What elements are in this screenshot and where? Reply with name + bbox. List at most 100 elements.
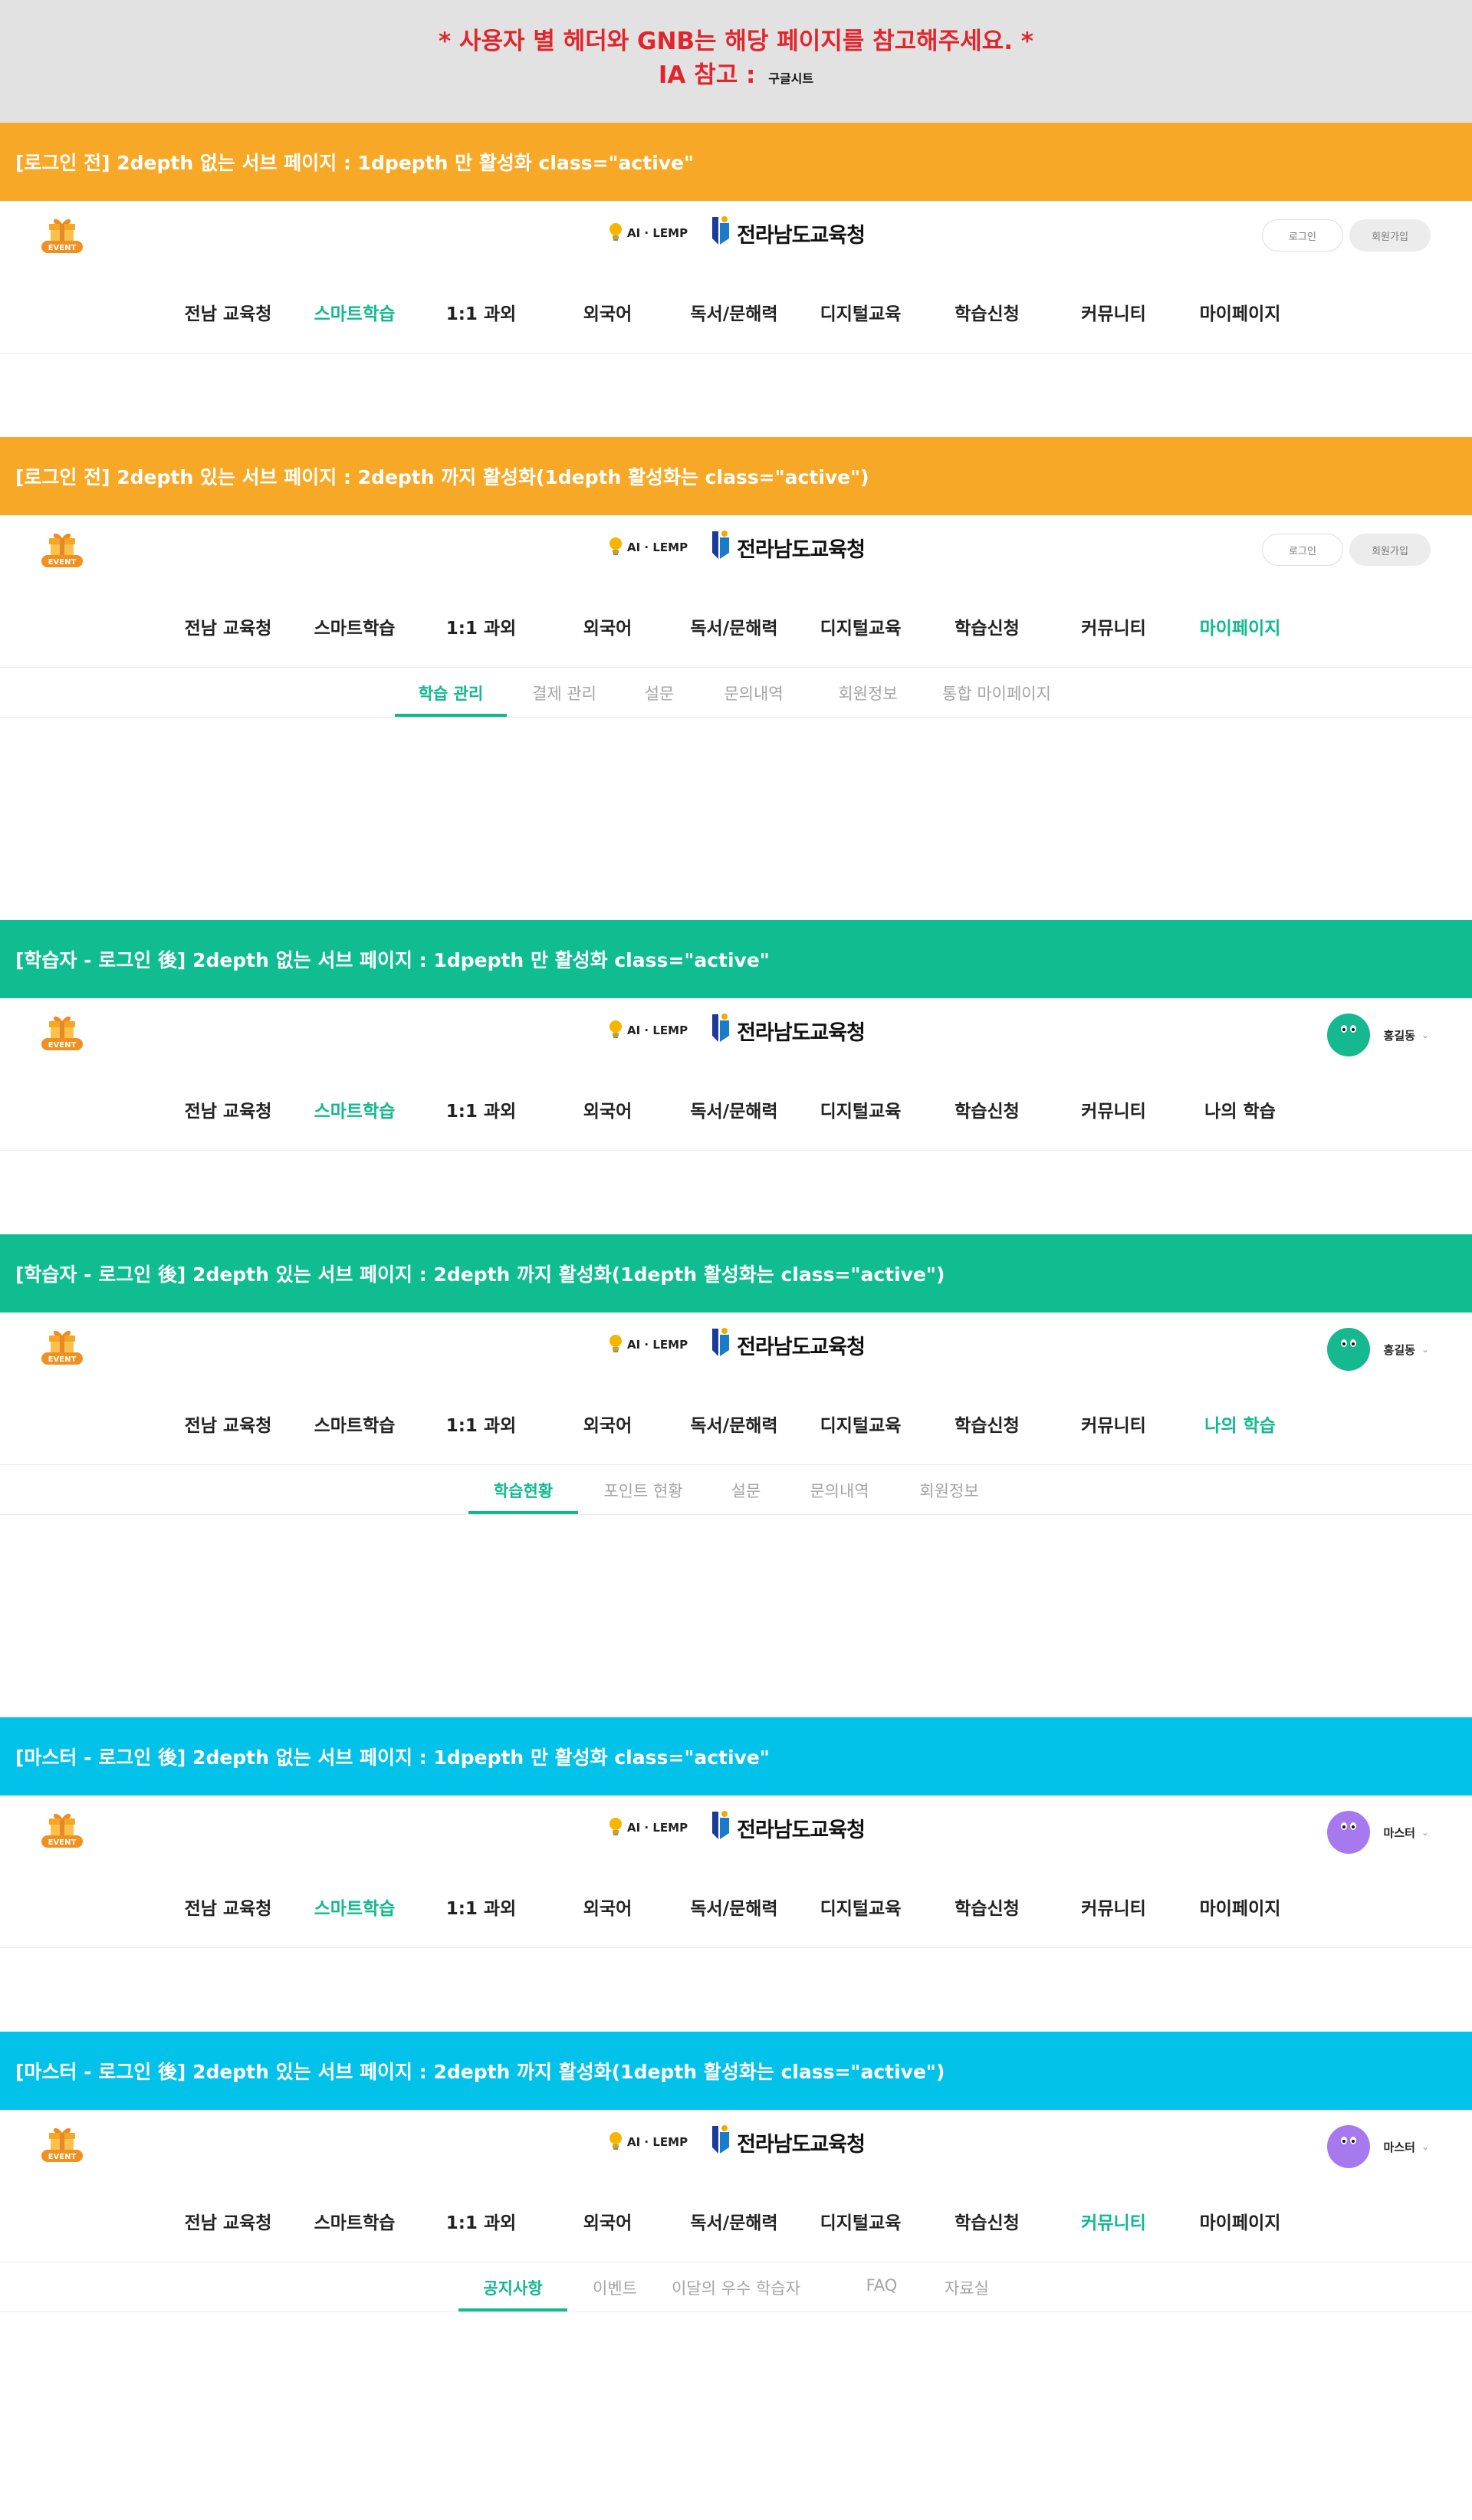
event-gift-icon[interactable]: EVENT bbox=[40, 1808, 84, 1851]
login-button[interactable]: 로그인 bbox=[1262, 534, 1343, 566]
gnb-item[interactable]: 1:1 과외 bbox=[418, 1096, 544, 1122]
sub-nav-item[interactable]: 설문 bbox=[711, 1479, 780, 1514]
gnb-item[interactable]: 외국어 bbox=[544, 1411, 671, 1437]
gnb-item[interactable]: 스마트학습 bbox=[291, 1411, 418, 1437]
gnb-item[interactable]: 독서/문해력 bbox=[671, 299, 797, 325]
event-gift-icon[interactable]: EVENT bbox=[40, 213, 84, 256]
sub-nav-item[interactable]: 문의내역 bbox=[797, 1479, 882, 1514]
gnb-item[interactable]: 마이페이지 bbox=[1177, 2208, 1303, 2234]
gnb-item[interactable]: 전남 교육청 bbox=[165, 299, 291, 325]
join-button[interactable]: 회원가입 bbox=[1349, 219, 1431, 251]
header-case: [학습자 - 로그인 後] 2depth 있는 서브 페이지 : 2depth … bbox=[0, 1234, 1472, 1717]
gnb-item[interactable]: 마이페이지 bbox=[1177, 613, 1303, 639]
gnb-item[interactable]: 나의 학습 bbox=[1177, 1096, 1303, 1122]
sub-nav-item[interactable]: 공지사항 bbox=[458, 2276, 567, 2311]
gnb-item[interactable]: 스마트학습 bbox=[291, 1894, 418, 1920]
chevron-down-icon: ⌄ bbox=[1421, 2141, 1429, 2152]
sub-nav: 공지사항 이벤트 이달의 우수 학습자 FAQ 자료실 bbox=[0, 2262, 1472, 2312]
sub-nav-item[interactable]: FAQ bbox=[842, 2276, 922, 2311]
gnb-item[interactable]: 1:1 과외 bbox=[418, 299, 544, 325]
gnb-item[interactable]: 전남 교육청 bbox=[165, 1894, 291, 1920]
gnb-item[interactable]: 독서/문해력 bbox=[671, 613, 797, 639]
gnb-item[interactable]: 1:1 과외 bbox=[418, 613, 544, 639]
gnb-item[interactable]: 외국어 bbox=[544, 1894, 671, 1920]
gnb-item[interactable]: 외국어 bbox=[544, 613, 671, 639]
gnb-item[interactable]: 커뮤니티 bbox=[1050, 2208, 1177, 2234]
gnb: 전남 교육청 스마트학습 1:1 과외 외국어 독서/문해력 디지털교육 학습신청 커뮤니티 마… bbox=[0, 276, 1472, 353]
gnb-item[interactable]: 학습신청 bbox=[924, 1411, 1050, 1437]
site-logo[interactable]: AI · LEMP 전라남도교육청 bbox=[607, 1326, 866, 1363]
gnb-item[interactable]: 1:1 과외 bbox=[418, 2208, 544, 2234]
sub-nav-item[interactable]: 학습현황 bbox=[468, 1479, 578, 1514]
gnb-item[interactable]: 커뮤니티 bbox=[1050, 1096, 1177, 1122]
user-menu[interactable]: 마스터 ⌄ bbox=[1326, 2125, 1429, 2168]
gnb-item[interactable]: 디지털교육 bbox=[797, 1411, 924, 1437]
gnb-item[interactable]: 디지털교육 bbox=[797, 1894, 924, 1920]
gnb-item[interactable]: 전남 교육청 bbox=[165, 2208, 291, 2234]
gnb-item[interactable]: 커뮤니티 bbox=[1050, 299, 1177, 325]
sub-nav-item[interactable]: 이달의 우수 학습자 bbox=[672, 2276, 800, 2311]
gnb-item[interactable]: 전남 교육청 bbox=[165, 1096, 291, 1122]
sub-nav-item[interactable]: 문의내역 bbox=[707, 682, 800, 717]
gnb-item[interactable]: 스마트학습 bbox=[291, 299, 418, 325]
site-logo[interactable]: AI · LEMP 전라남도교육청 bbox=[607, 1012, 866, 1049]
sub-nav-item[interactable]: 포인트 현황 bbox=[593, 1479, 693, 1514]
event-gift-icon[interactable]: EVENT bbox=[40, 1010, 84, 1053]
gnb-item[interactable]: 마이페이지 bbox=[1177, 1894, 1303, 1920]
gnb-item[interactable]: 디지털교육 bbox=[797, 299, 924, 325]
site-header: EVENT AI · LEMP 전라남도교육청 마스터 ⌄ bbox=[0, 1796, 1472, 1871]
gnb-item[interactable]: 1:1 과외 bbox=[418, 1411, 544, 1437]
gnb-item[interactable]: 외국어 bbox=[544, 1096, 671, 1122]
user-menu[interactable]: 홍길동 ⌄ bbox=[1326, 1014, 1429, 1056]
sub-nav-item[interactable]: 통합 마이페이지 bbox=[931, 682, 1063, 717]
sub-nav-item[interactable]: 결제 관리 bbox=[518, 682, 610, 717]
gnb-item[interactable]: 커뮤니티 bbox=[1050, 613, 1177, 639]
gnb-item[interactable]: 학습신청 bbox=[924, 299, 1050, 325]
event-gift-icon[interactable]: EVENT bbox=[40, 2122, 84, 2165]
login-button[interactable]: 로그인 bbox=[1262, 219, 1343, 251]
gnb-item[interactable]: 학습신청 bbox=[924, 1894, 1050, 1920]
user-menu[interactable]: 마스터 ⌄ bbox=[1326, 1811, 1429, 1854]
gnb-item[interactable]: 1:1 과외 bbox=[418, 1894, 544, 1920]
sub-nav-item[interactable]: 회원정보 bbox=[820, 682, 915, 717]
gnb-item[interactable]: 스마트학습 bbox=[291, 2208, 418, 2234]
gnb-item[interactable]: 학습신청 bbox=[924, 1096, 1050, 1122]
site-logo[interactable]: AI · LEMP 전라남도교육청 bbox=[607, 215, 866, 251]
sub-nav-item[interactable]: 자료실 bbox=[934, 2276, 1000, 2311]
gnb-item[interactable]: 나의 학습 bbox=[1177, 1411, 1303, 1437]
svg-text:EVENT: EVENT bbox=[48, 558, 77, 567]
event-gift-icon[interactable]: EVENT bbox=[40, 1325, 84, 1368]
case-title-bar: [로그인 전] 2depth 있는 서브 페이지 : 2depth 까지 활성화… bbox=[0, 437, 1472, 515]
gnb-item[interactable]: 전남 교육청 bbox=[165, 613, 291, 639]
event-gift-icon[interactable]: EVENT bbox=[40, 527, 84, 570]
jeonnam-emblem-icon bbox=[709, 1013, 737, 1049]
site-logo[interactable]: AI · LEMP 전라남도교육청 bbox=[607, 2124, 866, 2160]
gnb-item[interactable]: 스마트학습 bbox=[291, 1096, 418, 1122]
ia-sheet-link[interactable]: 구글시트 bbox=[768, 71, 813, 86]
top-notice: * 사용자 별 헤더와 GNB는 해당 페이지를 참고해주세요. * IA 참고… bbox=[0, 0, 1472, 123]
gnb-item[interactable]: 외국어 bbox=[544, 2208, 671, 2234]
gnb-item[interactable]: 디지털교육 bbox=[797, 613, 924, 639]
site-logo[interactable]: AI · LEMP 전라남도교육청 bbox=[607, 1809, 866, 1846]
gnb-item[interactable]: 외국어 bbox=[544, 299, 671, 325]
site-logo[interactable]: AI · LEMP 전라남도교육청 bbox=[607, 529, 866, 566]
gnb-item[interactable]: 전남 교육청 bbox=[165, 1411, 291, 1437]
gnb-item[interactable]: 디지털교육 bbox=[797, 1096, 924, 1122]
gnb-item[interactable]: 스마트학습 bbox=[291, 613, 418, 639]
gnb-item[interactable]: 독서/문해력 bbox=[671, 1411, 797, 1437]
sub-nav-item[interactable]: 이벤트 bbox=[583, 2276, 647, 2311]
gnb-item[interactable]: 학습신청 bbox=[924, 2208, 1050, 2234]
sub-nav-item[interactable]: 회원정보 bbox=[899, 1479, 1000, 1514]
gnb-item[interactable]: 디지털교육 bbox=[797, 2208, 924, 2234]
gnb-item[interactable]: 독서/문해력 bbox=[671, 1096, 797, 1122]
join-button[interactable]: 회원가입 bbox=[1349, 534, 1431, 566]
sub-nav-item[interactable]: 설문 bbox=[630, 682, 688, 717]
sub-nav-item[interactable]: 학습 관리 bbox=[395, 682, 507, 717]
gnb-item[interactable]: 커뮤니티 bbox=[1050, 1411, 1177, 1437]
gnb-item[interactable]: 학습신청 bbox=[924, 613, 1050, 639]
user-menu[interactable]: 홍길동 ⌄ bbox=[1326, 1328, 1429, 1371]
gnb-item[interactable]: 커뮤니티 bbox=[1050, 1894, 1177, 1920]
gnb-item[interactable]: 독서/문해력 bbox=[671, 1894, 797, 1920]
gnb-item[interactable]: 마이페이지 bbox=[1177, 299, 1303, 325]
gnb-item[interactable]: 독서/문해력 bbox=[671, 2208, 797, 2234]
